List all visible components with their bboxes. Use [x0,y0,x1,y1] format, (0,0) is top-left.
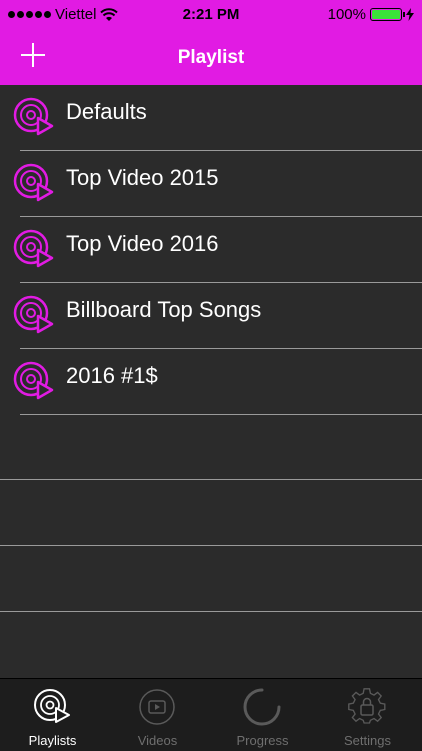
tab-videos[interactable]: Videos [105,679,210,751]
playlist-row-defaults[interactable]: Defaults [0,85,422,151]
playlist-disc-icon [13,295,54,334]
playlist-disc-icon [13,97,54,136]
playlist-title: Top Video 2016 [66,231,219,256]
progress-spinner-icon [243,688,281,726]
playlist-disc-icon [13,361,54,400]
charging-icon [406,8,414,21]
playlist-disc-icon [34,689,70,723]
tab-label: Progress [236,733,289,748]
tab-label: Settings [344,733,391,748]
playlist-disc-icon [13,229,54,268]
battery-icon [370,8,405,21]
playlist-title: Billboard Top Songs [66,297,262,322]
empty-row-separator [0,611,422,612]
tab-settings[interactable]: Settings [315,679,420,751]
row-separator [20,414,422,415]
playlist-title: 2016 #1$ [66,363,158,388]
video-play-icon [139,689,175,725]
empty-row-separator [0,479,422,480]
status-bar: Viettel 2:21 PM 100% [0,0,422,30]
tab-bar: Playlists Videos Progress Settings [0,678,422,751]
battery-percent: 100% [327,6,366,23]
playlist-disc-icon [13,163,54,202]
playlist-row-2016-number-one[interactable]: 2016 #1$ [0,349,422,415]
tab-progress[interactable]: Progress [210,679,315,751]
playlist-row-top-video-2016[interactable]: Top Video 2016 [0,217,422,283]
tab-label: Playlists [28,733,77,748]
navigation-bar: Playlist [0,30,422,85]
playlist-list: Defaults Top Video 2015 Top Video 2016 B… [0,85,422,415]
battery-info: 100% [328,6,414,23]
playlist-row-top-video-2015[interactable]: Top Video 2015 [0,151,422,217]
settings-gear-icon [348,688,386,724]
playlist-title: Top Video 2015 [66,165,219,190]
empty-row-separator [0,545,422,546]
playlist-row-billboard-top-songs[interactable]: Billboard Top Songs [0,283,422,349]
page-title: Playlist [177,47,245,68]
playlist-title: Defaults [66,99,147,124]
tab-label: Videos [137,733,178,748]
tab-playlists[interactable]: Playlists [0,679,105,751]
